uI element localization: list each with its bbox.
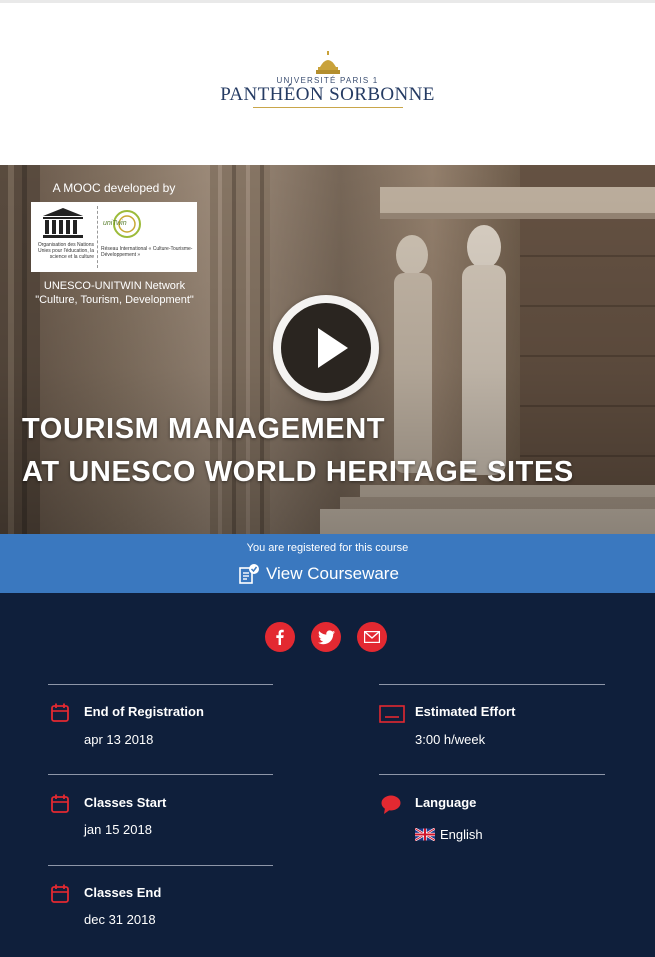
speech-bubble-icon <box>381 795 401 814</box>
courseware-icon <box>239 564 259 584</box>
course-hero: A MOOC developed by Organisation des Nat… <box>0 165 655 534</box>
share-facebook-button[interactable] <box>265 622 295 652</box>
classes-end-label: Classes End <box>84 885 162 900</box>
divider-classes-start <box>48 774 273 775</box>
unesco-unitwin-logo: Organisation des Nations Unies pour l'éd… <box>31 202 197 272</box>
classes-end-value: dec 31 2018 <box>84 912 156 927</box>
divider-estimated-effort <box>379 684 605 685</box>
dome-icon <box>315 51 340 74</box>
view-courseware-label: View Courseware <box>266 564 399 583</box>
logo-divider <box>97 206 98 268</box>
share-twitter-button[interactable] <box>311 622 341 652</box>
network-name: UNESCO-UNITWIN Network "Culture, Tourism… <box>22 279 207 307</box>
course-info-panel: End of Registration apr 13 2018 Classes … <box>0 593 655 957</box>
classes-start-value: jan 15 2018 <box>84 822 152 837</box>
unitwin-wordmark: uniTwin <box>103 220 127 227</box>
network-line-2: "Culture, Tourism, Development" <box>35 294 194 306</box>
facebook-icon <box>276 629 284 645</box>
divider-language <box>379 774 605 775</box>
uk-flag-icon <box>415 828 435 841</box>
course-title-line-1: TOURISM MANAGEMENT <box>22 413 386 445</box>
effort-icon <box>379 705 405 723</box>
end-registration-label: End of Registration <box>84 704 204 719</box>
play-triangle <box>318 328 348 368</box>
divider-end-registration <box>48 684 273 685</box>
unitwin-caption: Réseau International « Culture-Tourisme-… <box>101 246 193 258</box>
estimated-effort-label: Estimated Effort <box>415 704 516 719</box>
unesco-caption: Organisation des Nations Unies pour l'éd… <box>37 242 94 260</box>
end-registration-value: apr 13 2018 <box>84 732 154 747</box>
registration-status: You are registered for this course <box>246 542 409 554</box>
unesco-logo: Organisation des Nations Unies pour l'éd… <box>31 202 95 272</box>
email-icon <box>364 631 380 643</box>
share-email-button[interactable] <box>357 622 387 652</box>
network-line-1: UNESCO-UNITWIN Network <box>43 280 186 292</box>
calendar-icon <box>51 794 69 813</box>
unitwin-logo: uniTwin Réseau International « Culture-T… <box>101 208 197 268</box>
university-logo[interactable]: UNIVERSITÉ PARIS 1 PANTHÉON SORBONNE <box>200 51 455 121</box>
registration-banner: You are registered for this course View … <box>0 534 655 593</box>
course-title: TOURISM MANAGEMENT AT UNESCO WORLD HERIT… <box>22 408 642 494</box>
share-buttons <box>265 622 387 652</box>
play-icon <box>281 303 371 393</box>
classes-start-label: Classes Start <box>84 795 167 810</box>
university-name-main: PANTHÉON SORBONNE <box>220 84 435 105</box>
estimated-effort-value: 3:00 h/week <box>415 732 486 747</box>
course-title-line-2: AT UNESCO WORLD HERITAGE SITES <box>22 456 574 488</box>
view-courseware-button[interactable]: View Courseware <box>238 561 399 587</box>
logo-rule <box>252 107 403 108</box>
developed-by-label: A MOOC developed by <box>52 181 176 195</box>
calendar-icon <box>51 884 69 903</box>
calendar-icon <box>51 703 69 722</box>
play-video-button[interactable] <box>273 295 379 401</box>
divider-classes-end <box>48 865 273 866</box>
site-header: UNIVERSITÉ PARIS 1 PANTHÉON SORBONNE <box>0 3 655 165</box>
language-label: Language <box>415 795 477 810</box>
language-value: English <box>440 827 483 842</box>
twitter-icon <box>317 629 335 644</box>
unesco-temple-icon <box>43 208 83 238</box>
